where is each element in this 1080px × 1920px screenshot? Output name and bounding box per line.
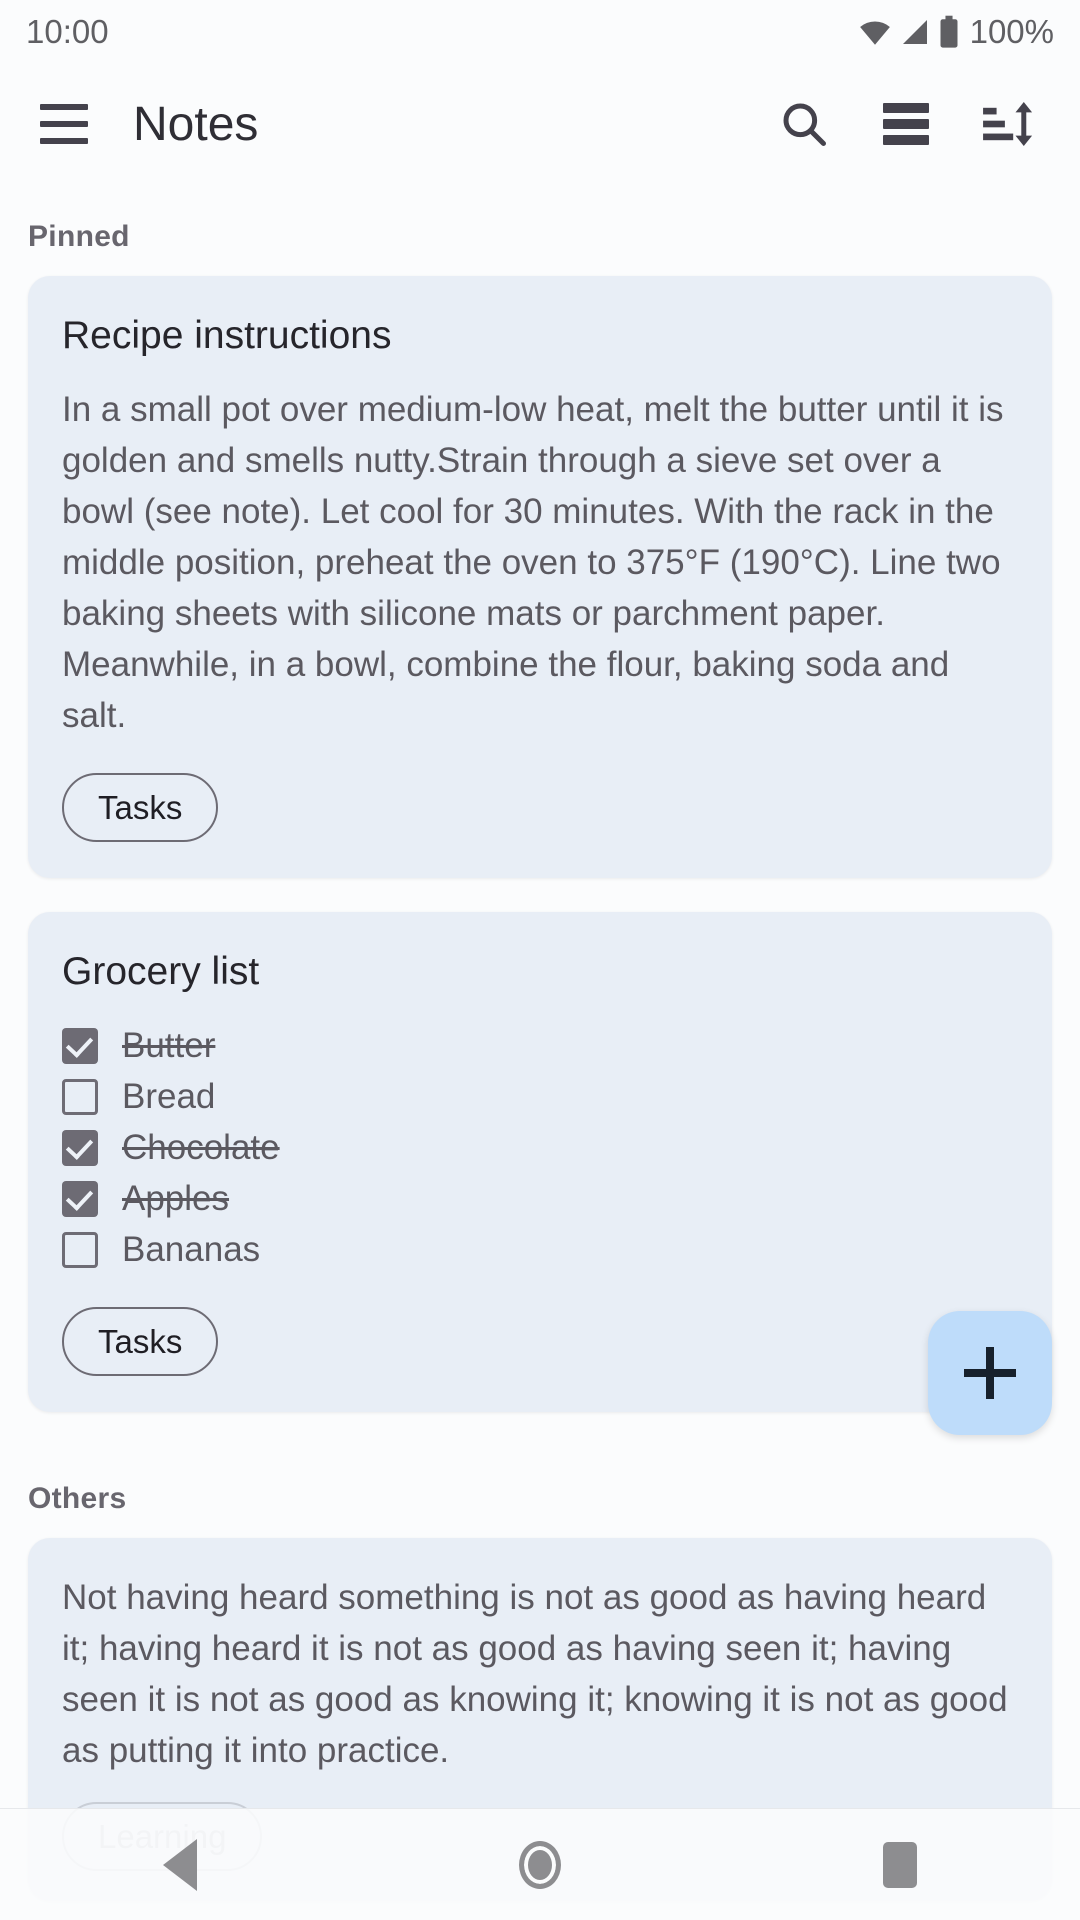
sort-button[interactable] (980, 96, 1036, 152)
view-bar (883, 119, 929, 129)
app-bar: Notes (0, 64, 1080, 184)
section-header-pinned: Pinned (28, 220, 130, 253)
system-navigation-bar (0, 1808, 1080, 1920)
plus-icon (964, 1347, 1016, 1399)
note-body: In a small pot over medium-low heat, mel… (62, 390, 1004, 735)
note-title: Recipe instructions (62, 314, 392, 357)
note-card-grocery[interactable]: Grocery list Butter Bread Chocolate Appl… (28, 912, 1052, 1412)
battery-percentage: 100% (969, 13, 1054, 50)
note-title: Grocery list (62, 950, 260, 993)
checklist-item-label: Apples (122, 1178, 230, 1218)
notes-list: Recipe instructions In a small pot over … (0, 276, 1080, 1412)
section-header-others: Others (28, 1482, 127, 1515)
status-bar: 10:00 100% (0, 0, 1080, 64)
grocery-checklist: Butter Bread Chocolate Apples Bananas (62, 1020, 1018, 1275)
checkbox-checked-icon[interactable] (62, 1129, 98, 1166)
view-mode-button[interactable] (878, 96, 934, 152)
home-icon (519, 1840, 561, 1889)
recents-button[interactable] (840, 1809, 960, 1920)
battery-icon (940, 15, 958, 48)
view-bar (883, 103, 929, 113)
search-icon (783, 103, 826, 146)
checklist-item[interactable]: Apples (62, 1173, 1018, 1224)
checklist-item-label: Chocolate (122, 1127, 280, 1167)
checklist-item[interactable]: Butter (62, 1020, 1018, 1071)
sort-icon (983, 101, 1033, 147)
status-indicators: 100% (858, 13, 1054, 51)
tasks-chip[interactable]: Tasks (62, 1307, 219, 1376)
signal-icon (902, 20, 927, 44)
status-time: 10:00 (26, 13, 109, 50)
checkbox-checked-icon[interactable] (62, 1027, 98, 1064)
checkbox-unchecked-icon[interactable] (62, 1231, 98, 1268)
notes-scroll-area[interactable]: Pinned Recipe instructions In a small po… (0, 184, 1080, 1920)
hamburger-bar (40, 121, 88, 127)
recents-icon (883, 1841, 917, 1888)
search-button[interactable] (776, 96, 832, 152)
wifi-icon (859, 21, 890, 45)
hamburger-bar (40, 104, 88, 110)
hamburger-menu-icon[interactable] (40, 100, 88, 148)
view-bar (883, 135, 929, 145)
checkbox-unchecked-icon[interactable] (62, 1078, 98, 1115)
home-button[interactable] (480, 1809, 600, 1920)
back-button[interactable] (120, 1809, 240, 1920)
back-icon (163, 1838, 197, 1891)
note-card-recipe[interactable]: Recipe instructions In a small pot over … (28, 276, 1052, 878)
view-mode-icon (883, 103, 929, 145)
add-note-fab[interactable] (928, 1311, 1052, 1435)
checklist-item-label: Bread (122, 1076, 216, 1116)
hamburger-bar (40, 138, 88, 144)
checkbox-checked-icon[interactable] (62, 1180, 98, 1217)
checklist-item[interactable]: Chocolate (62, 1122, 1018, 1173)
checklist-item[interactable]: Bread (62, 1071, 1018, 1122)
tasks-chip[interactable]: Tasks (62, 773, 219, 842)
note-body: Not having heard something is not as goo… (62, 1578, 1008, 1770)
checklist-item[interactable]: Bananas (62, 1224, 1018, 1275)
app-bar-actions (776, 96, 1050, 152)
checklist-item-label: Butter (122, 1025, 216, 1065)
page-title: Notes (133, 97, 259, 151)
checklist-item-label: Bananas (122, 1229, 261, 1269)
